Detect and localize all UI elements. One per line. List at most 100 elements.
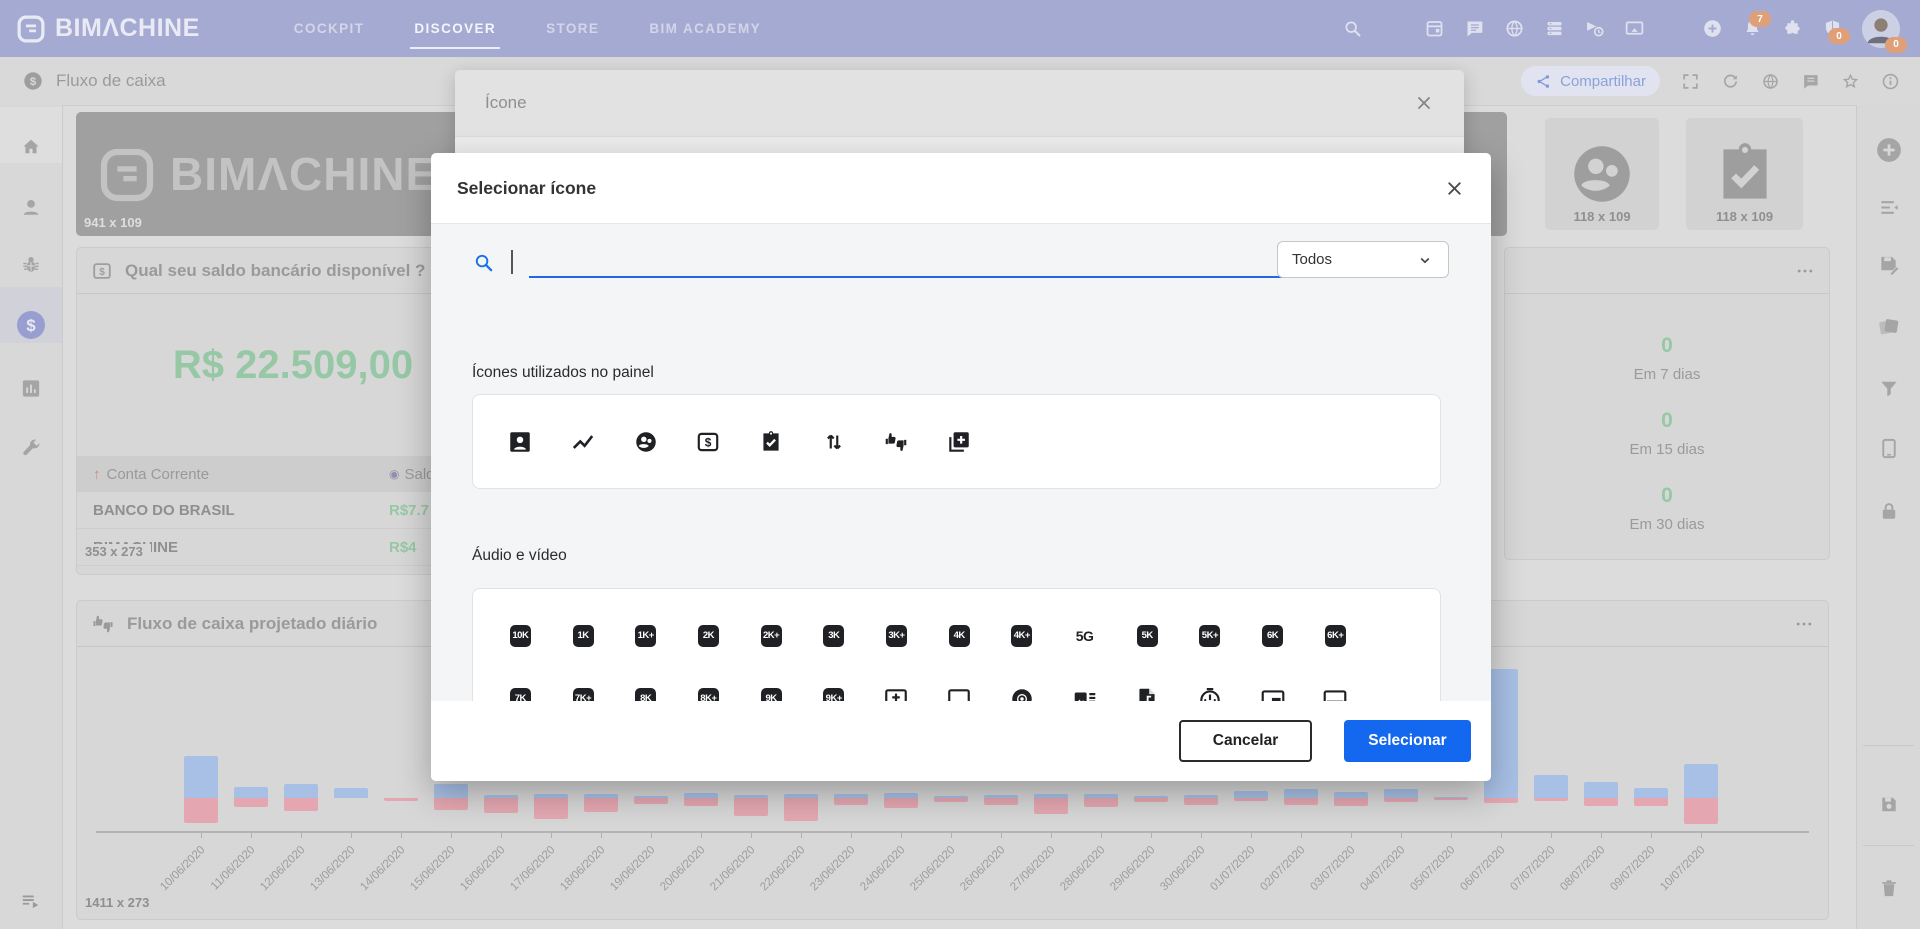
- tile-widget-group[interactable]: 118 x 109: [1545, 118, 1659, 230]
- globe-button[interactable]: [1504, 18, 1525, 39]
- bell-button[interactable]: 7: [1742, 18, 1763, 39]
- right-sidebar-item-filter[interactable]: [1877, 377, 1900, 400]
- bar-negative: [1684, 798, 1718, 824]
- sidebar-item-wrench[interactable]: [20, 437, 43, 460]
- bar-negative: [1084, 798, 1118, 807]
- axis-tick: [801, 832, 802, 838]
- expand-button[interactable]: [1681, 72, 1700, 91]
- right-sidebar-item-tablet[interactable]: [1877, 437, 1900, 460]
- icon-5g[interactable]: 5G: [1053, 604, 1116, 667]
- audio-file-icon[interactable]: [1116, 667, 1179, 701]
- icon-9k[interactable]: 9K: [740, 667, 803, 701]
- app: BIMΛCHINE COCKPIT DISCOVER STORE BIM ACADEM…: [0, 0, 1920, 929]
- call-to-action-icon[interactable]: [1304, 667, 1367, 701]
- bar-negative: [234, 798, 268, 807]
- nav-item-bim-academy[interactable]: BIM ACADEMY: [647, 15, 763, 42]
- right-sidebar-item-plus-circle-filled[interactable]: [1874, 135, 1904, 165]
- icon-9k-plus[interactable]: 9K+: [802, 667, 865, 701]
- sidebar-item-playlist[interactable]: [20, 890, 42, 912]
- shield-button[interactable]: 0: [1822, 18, 1843, 39]
- chat-button[interactable]: [1464, 18, 1485, 39]
- icon-4k[interactable]: 4K: [928, 604, 991, 667]
- right-sidebar-item-trash[interactable]: [1877, 877, 1900, 900]
- refresh-button[interactable]: [1721, 72, 1740, 91]
- calendar-button[interactable]: [1424, 18, 1445, 39]
- album-icon[interactable]: [991, 667, 1054, 701]
- comment-button[interactable]: [1801, 72, 1820, 91]
- add-to-queue-icon[interactable]: [865, 667, 928, 701]
- swap-vert-icon[interactable]: [802, 410, 865, 473]
- axis-tick: [551, 832, 552, 838]
- library-add-icon[interactable]: [928, 410, 991, 473]
- thumbs-up-down-icon[interactable]: [865, 410, 928, 473]
- dollar-box-icon[interactable]: $: [677, 410, 740, 473]
- axis-tick: [1351, 832, 1352, 838]
- share-button[interactable]: Compartilhar: [1521, 66, 1660, 96]
- x-axis: [96, 831, 1809, 833]
- text-cursor: [511, 250, 513, 274]
- globe-button[interactable]: [1761, 72, 1780, 91]
- search-button[interactable]: [1342, 18, 1363, 39]
- sidebar-item-person[interactable]: [20, 196, 43, 219]
- sidebar-item-dollar-circle[interactable]: $: [15, 309, 47, 341]
- right-sidebar-item-collapse-menu[interactable]: [1877, 196, 1900, 219]
- icon-2k-plus[interactable]: 2K+: [740, 604, 803, 667]
- icon-3k-plus[interactable]: 3K+: [865, 604, 928, 667]
- icon-2k[interactable]: 2K: [677, 604, 740, 667]
- cancel-button[interactable]: Cancelar: [1179, 720, 1312, 762]
- tile-widget-check[interactable]: 118 x 109: [1686, 118, 1803, 230]
- right-sidebar-item-style[interactable]: [1877, 315, 1900, 338]
- brand[interactable]: BIMΛCHINE: [16, 13, 200, 43]
- icon-1k[interactable]: 1K: [552, 604, 615, 667]
- icon-4k-plus[interactable]: 4K+: [991, 604, 1054, 667]
- user-avatar[interactable]: 0: [1862, 10, 1900, 48]
- aging-widget[interactable]: 0Em 7 dias0Em 15 dias0Em 30 dias: [1504, 247, 1830, 560]
- art-track-icon[interactable]: [1053, 667, 1116, 701]
- icon-6k[interactable]: 6K: [1241, 604, 1304, 667]
- icon-8k[interactable]: 8K: [614, 667, 677, 701]
- swap-vert-icon: [821, 429, 847, 455]
- sidebar-item-chart-box[interactable]: [20, 377, 43, 400]
- account-box-icon[interactable]: [489, 410, 552, 473]
- icon-5k[interactable]: 5K: [1116, 604, 1179, 667]
- airplay-icon[interactable]: [928, 667, 991, 701]
- info-button[interactable]: [1881, 72, 1900, 91]
- card-menu-button[interactable]: [1795, 261, 1815, 281]
- right-sidebar-item-save-edit[interactable]: [1877, 253, 1900, 276]
- icon-category-select[interactable]: Todos: [1277, 241, 1449, 278]
- icon-7k-plus[interactable]: 7K+: [552, 667, 615, 701]
- right-sidebar-item-floppy[interactable]: [1877, 793, 1900, 816]
- task-check-icon[interactable]: [740, 410, 803, 473]
- icon-7k[interactable]: 7K: [489, 667, 552, 701]
- icon-6k-plus[interactable]: 6K+: [1304, 604, 1367, 667]
- close-icon[interactable]: [1414, 93, 1434, 113]
- user-circle-icon[interactable]: [614, 410, 677, 473]
- right-sidebar-item-lock[interactable]: [1877, 500, 1900, 523]
- select-button[interactable]: Selecionar: [1344, 720, 1471, 762]
- nav-item-cockpit[interactable]: COCKPIT: [292, 15, 367, 42]
- icon-8k-plus[interactable]: 8K+: [677, 667, 740, 701]
- send-clock-button[interactable]: [1584, 18, 1605, 39]
- expand-icon: [1681, 72, 1700, 91]
- icon-10k[interactable]: 10K: [489, 604, 552, 667]
- icon-1k-plus[interactable]: 1K+: [614, 604, 677, 667]
- branding-watermark-icon[interactable]: [1241, 667, 1304, 701]
- icon-3k[interactable]: 3K: [802, 604, 865, 667]
- icon-5k-plus[interactable]: 5K+: [1179, 604, 1242, 667]
- show-chart-icon[interactable]: [552, 410, 615, 473]
- nav-item-discover[interactable]: DISCOVER: [412, 15, 498, 42]
- plus-circle-button[interactable]: [1702, 18, 1723, 39]
- av-timer-icon[interactable]: [1179, 667, 1242, 701]
- account-balance: R$7.7: [389, 502, 429, 519]
- server-button[interactable]: [1544, 18, 1565, 39]
- cast-button[interactable]: [1624, 18, 1645, 39]
- nav-item-store[interactable]: STORE: [544, 15, 601, 42]
- close-icon[interactable]: [1444, 178, 1465, 199]
- account-name: BANCO DO BRASIL: [93, 502, 235, 519]
- used-icons-panel: $: [472, 394, 1441, 489]
- star-button[interactable]: [1841, 72, 1860, 91]
- bar-positive: [434, 784, 468, 798]
- sidebar-item-home[interactable]: [20, 135, 43, 158]
- puzzle-button[interactable]: [1782, 18, 1803, 39]
- sidebar-item-bug[interactable]: [20, 253, 43, 276]
